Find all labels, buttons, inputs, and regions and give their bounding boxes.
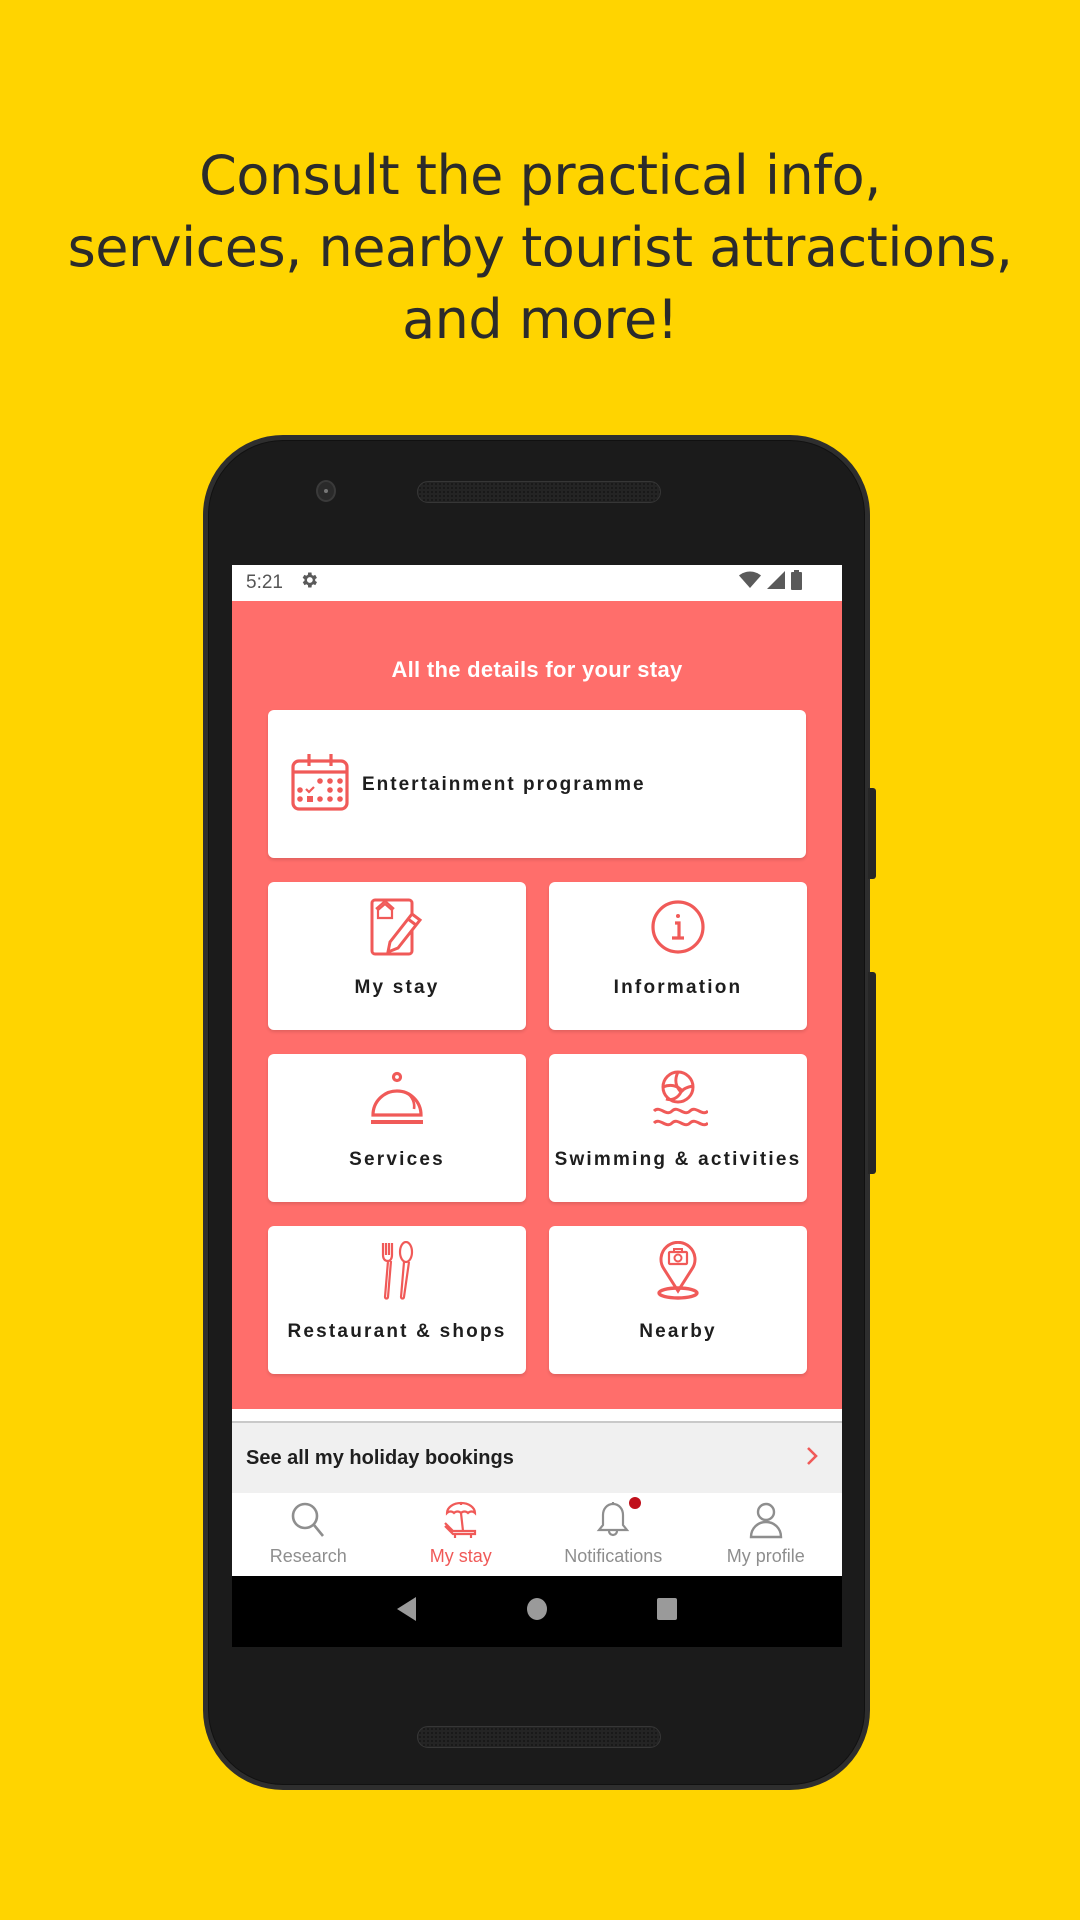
card-entertainment-programme[interactable]: Entertainment programme (268, 710, 806, 858)
front-camera (316, 480, 336, 502)
chevron-right-icon (806, 1446, 818, 1471)
bookings-link-text: See all my holiday bookings (246, 1446, 514, 1469)
back-icon[interactable] (396, 1596, 418, 1627)
nav-my-stay[interactable]: My stay (385, 1493, 538, 1576)
card-label: Swimming & activities (554, 1148, 802, 1170)
recents-icon[interactable] (656, 1597, 678, 1626)
card-label: Entertainment programme (362, 773, 646, 795)
signal-icon (767, 571, 785, 595)
bottom-speaker (417, 1726, 661, 1748)
service-bell-icon (367, 1068, 427, 1130)
card-services[interactable]: Services (268, 1054, 526, 1202)
card-label: Services (349, 1148, 445, 1170)
volume-button (868, 972, 876, 1174)
nav-label: My profile (726, 1546, 805, 1566)
user-icon (748, 1501, 784, 1544)
see-all-bookings-link[interactable]: See all my holiday bookings (232, 1423, 842, 1493)
bottom-navigation: Research My stay Notifications My profil… (232, 1493, 842, 1576)
headline-line-2: services, nearby tourist attractions, (67, 216, 1013, 279)
card-restaurant-shops[interactable]: Restaurant & shops (268, 1226, 526, 1374)
panel-title: All the details for your stay (391, 657, 683, 682)
status-time: 5:21 (246, 572, 283, 593)
nav-notifications[interactable]: Notifications (537, 1493, 690, 1576)
card-label: Restaurant & shops (287, 1320, 507, 1342)
beach-umbrella-icon (443, 1501, 479, 1544)
location-camera-icon (653, 1240, 703, 1302)
bell-icon (595, 1501, 631, 1544)
nav-label: My stay (429, 1546, 492, 1566)
search-icon (290, 1501, 326, 1544)
document-edit-icon (368, 896, 426, 958)
stay-details-panel: All the details for your stay Entertainm (232, 601, 842, 1409)
system-navigation-bar (232, 1576, 842, 1647)
card-information[interactable]: Information (549, 882, 807, 1030)
card-label: My stay (354, 976, 440, 998)
nav-label: Notifications (564, 1546, 663, 1566)
phone-screen: 5:21 All the details for your stay Enter… (232, 565, 842, 1647)
card-label: Information (613, 976, 743, 998)
settings-icon (299, 570, 319, 596)
nav-research[interactable]: Research (232, 1493, 385, 1576)
home-icon[interactable] (525, 1597, 549, 1626)
headline-line-3: and more! (402, 288, 678, 351)
volleyball-water-icon (648, 1068, 708, 1130)
earpiece-speaker (417, 481, 661, 503)
fork-spoon-icon (377, 1240, 417, 1302)
wifi-icon (739, 571, 761, 595)
card-nearby[interactable]: Nearby (549, 1226, 807, 1374)
nav-label: Research (269, 1546, 347, 1566)
promo-headline: Consult the practical info, services, ne… (0, 140, 1080, 356)
card-my-stay[interactable]: My stay (268, 882, 526, 1030)
nav-my-profile[interactable]: My profile (690, 1493, 843, 1576)
battery-icon (791, 570, 802, 596)
notification-badge (629, 1497, 641, 1509)
headline-line-1: Consult the practical info, (199, 144, 881, 207)
info-icon (650, 896, 706, 958)
card-label: Nearby (639, 1320, 717, 1342)
power-button (868, 788, 876, 879)
card-swimming-activities[interactable]: Swimming & activities (549, 1054, 807, 1202)
status-bar: 5:21 (232, 565, 842, 601)
calendar-icon (290, 752, 350, 817)
